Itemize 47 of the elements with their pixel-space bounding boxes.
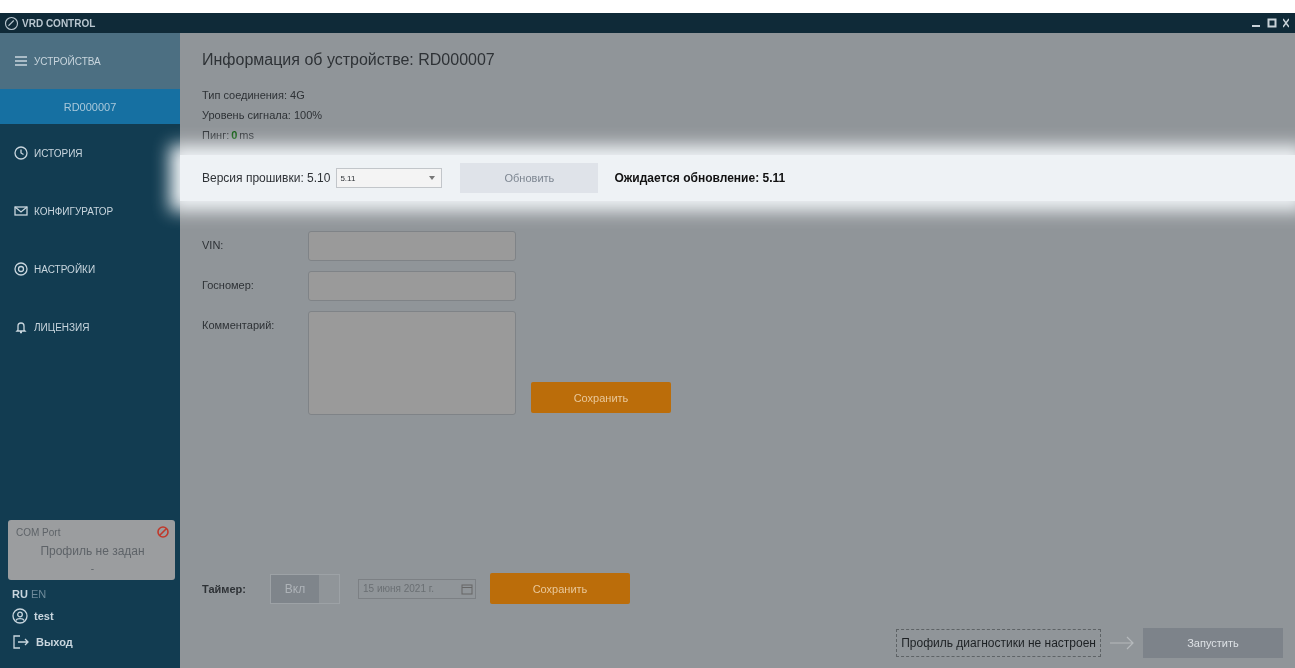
language-option[interactable]: RU bbox=[12, 588, 28, 600]
ping-value: 0 bbox=[231, 129, 238, 141]
field-label: Госномер: bbox=[202, 278, 255, 291]
comment-field[interactable] bbox=[308, 311, 516, 415]
close-icon[interactable] bbox=[1283, 18, 1289, 28]
menu-icon bbox=[14, 54, 28, 68]
language-option[interactable]: EN bbox=[30, 588, 47, 600]
logo-icon bbox=[4, 15, 19, 31]
info-line: Тип соединения: 4G bbox=[202, 89, 306, 101]
ping-label: Пинг: bbox=[202, 129, 230, 141]
logout-icon bbox=[12, 634, 30, 650]
sidebar-item[interactable]: УСТРОЙСТВА bbox=[0, 33, 180, 89]
input-field[interactable] bbox=[308, 231, 516, 261]
username: test bbox=[34, 610, 54, 622]
envelope-icon bbox=[14, 204, 28, 218]
firmware-label: Версия прошивки: 5.10 bbox=[202, 171, 331, 185]
user-icon bbox=[12, 608, 28, 624]
device-item[interactable]: RD000007 bbox=[0, 89, 180, 124]
com-port-label: COM Port bbox=[16, 526, 61, 538]
sidebar-item[interactable]: ИСТОРИЯ bbox=[0, 124, 180, 182]
clock-icon bbox=[14, 146, 28, 160]
calendar-icon bbox=[461, 582, 473, 595]
ping-unit: ms bbox=[239, 129, 254, 141]
caret-icon bbox=[429, 176, 436, 180]
profile-value: - bbox=[89, 563, 96, 574]
save-button[interactable]: Сохранить bbox=[490, 573, 630, 604]
maximize-icon[interactable] bbox=[1267, 18, 1277, 28]
sidebar-item[interactable]: КОНФИГУРАТОР bbox=[0, 182, 180, 240]
sidebar-item[interactable]: ЛИЦЕНЗИЯ bbox=[0, 298, 180, 356]
profile-status: Профиль не задан bbox=[39, 544, 146, 558]
field-label: VIN: bbox=[202, 238, 225, 251]
gear-icon bbox=[14, 262, 28, 276]
logout-link[interactable]: Выход bbox=[0, 630, 180, 654]
field-label: Комментарий: bbox=[202, 318, 276, 331]
save-button[interactable]: Сохранить bbox=[531, 382, 671, 413]
forbidden-icon bbox=[157, 526, 169, 538]
timer-label: Таймер: bbox=[202, 582, 247, 595]
bell-icon bbox=[14, 320, 28, 334]
sidebar-item[interactable]: НАСТРОЙКИ bbox=[0, 240, 180, 298]
update-status: Ожидается обновление: 5.11 bbox=[614, 171, 786, 185]
app-title: VRD CONTROL bbox=[22, 17, 96, 29]
version-select[interactable]: 5.11 bbox=[336, 168, 443, 188]
diagnostic-profile-note: Профиль диагностики не настроен bbox=[896, 629, 1101, 657]
input-field[interactable] bbox=[308, 271, 516, 301]
arrow-icon bbox=[1109, 636, 1135, 650]
info-line: Уровень сигнала: 100% bbox=[202, 109, 324, 121]
page-title: Информация об устройстве: RD000007 bbox=[202, 51, 496, 69]
